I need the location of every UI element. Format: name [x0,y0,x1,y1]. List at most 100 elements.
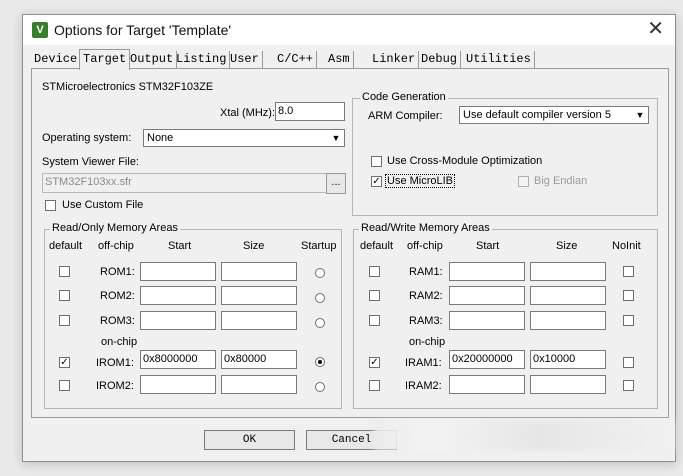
irom1-label: IROM1: [96,357,134,369]
rom1-size-input[interactable] [221,262,297,281]
rom3-startup-radio[interactable] [315,318,325,328]
ram-header-noinit: NoInit [612,240,641,252]
app-icon: V [32,22,48,38]
rom-onchip-label: on-chip [101,336,138,348]
rom1-startup-radio[interactable] [315,268,325,278]
ram-header-size: Size [556,240,578,252]
svf-label: System Viewer File: [42,156,139,168]
browse-button[interactable]: ... [326,173,346,194]
irom1-start-input[interactable]: 0x8000000 [140,350,216,369]
xtal-input[interactable]: 8.0 [275,102,345,121]
title-bar: V Options for Target 'Template' ✕ [23,15,675,45]
check-icon: ✓ [372,176,381,187]
microlib-label: Use MicroLIB [385,174,456,188]
rom2-label: ROM2: [100,290,135,302]
irom1-startup-radio[interactable] [315,357,325,367]
chevron-down-icon: ▼ [635,110,645,120]
os-select[interactable]: None ▼ [143,129,345,147]
os-select-value: None [147,132,174,144]
rom-header-startup: Startup [301,240,337,252]
window-title: Options for Target 'Template' [54,22,232,38]
ram3-noinit-checkbox[interactable] [623,315,634,326]
iram2-label: IRAM2: [405,380,442,392]
ram-title: Read/Write Memory Areas [359,222,492,234]
close-icon[interactable]: ✕ [647,18,664,40]
ram1-start-input[interactable] [449,262,525,281]
tab-linker[interactable]: Linker [369,51,420,68]
rom1-label: ROM1: [100,266,135,278]
tab-debug[interactable]: Debug [418,51,462,68]
compiler-select[interactable]: Use default compiler version 5 ▼ [459,106,649,124]
os-label: Operating system: [42,132,132,144]
ram2-default-checkbox[interactable] [369,290,380,301]
iram1-label: IRAM1: [405,357,442,369]
ram2-noinit-checkbox[interactable] [623,290,634,301]
rom2-default-checkbox[interactable] [59,290,70,301]
iram2-start-input[interactable] [449,375,525,394]
iram2-default-checkbox[interactable] [369,380,380,391]
irom2-default-checkbox[interactable] [59,380,70,391]
use-custom-file-checkbox[interactable] [45,200,56,211]
rom3-size-input[interactable] [221,311,297,330]
rom-header-offchip: off-chip [98,240,134,252]
rom-title: Read/Only Memory Areas [50,222,180,234]
compiler-select-value: Use default compiler version 5 [463,109,611,121]
ok-button[interactable]: OK [204,430,295,450]
big-endian-label: Big Endian [534,175,588,187]
ram2-size-input[interactable] [530,286,606,305]
iram1-noinit-checkbox[interactable] [623,357,634,368]
rom1-default-checkbox[interactable] [59,266,70,277]
iram2-noinit-checkbox[interactable] [623,380,634,391]
device-name: STMicroelectronics STM32F103ZE [42,81,214,93]
tab-output[interactable]: Output [127,51,178,68]
rom-header-start: Start [168,240,192,252]
code-generation-title: Code Generation [360,91,448,103]
iram1-default-checkbox[interactable]: ✓ [369,357,380,368]
ram3-default-checkbox[interactable] [369,315,380,326]
ram3-start-input[interactable] [449,311,525,330]
rom3-label: ROM3: [100,315,135,327]
irom2-size-input[interactable] [221,375,297,394]
options-dialog: V Options for Target 'Template' ✕ Device… [22,14,676,462]
svf-input[interactable]: STM32F103xx.sfr [42,173,328,193]
rom-header-size: Size [243,240,265,252]
iram1-size-input[interactable]: 0x10000 [530,350,606,369]
tab-utilities[interactable]: Utilities [463,51,535,68]
rom2-size-input[interactable] [221,286,297,305]
irom2-startup-radio[interactable] [315,382,325,392]
rom2-start-input[interactable] [140,286,216,305]
ram3-size-input[interactable] [530,311,606,330]
cross-module-checkbox[interactable] [371,156,382,167]
irom1-default-checkbox[interactable]: ✓ [59,357,70,368]
blurred-region [374,421,674,451]
chevron-down-icon: ▼ [331,133,341,143]
check-icon: ✓ [370,357,379,368]
tab-asm[interactable]: Asm [325,51,354,68]
compiler-label: ARM Compiler: [368,110,443,122]
irom2-start-input[interactable] [140,375,216,394]
ram1-label: RAM1: [409,266,443,278]
tab-cpp[interactable]: C/C++ [274,51,318,68]
tab-target[interactable]: Target [79,49,131,70]
irom1-size-input[interactable]: 0x80000 [221,350,297,369]
rom3-default-checkbox[interactable] [59,315,70,326]
ram1-noinit-checkbox[interactable] [623,266,634,277]
rom3-start-input[interactable] [140,311,216,330]
rom2-startup-radio[interactable] [315,293,325,303]
rom1-start-input[interactable] [140,262,216,281]
ram1-size-input[interactable] [530,262,606,281]
big-endian-checkbox[interactable] [518,176,529,187]
ram3-label: RAM3: [409,315,443,327]
ram-onchip-label: on-chip [409,336,446,348]
tab-device[interactable]: Device [31,51,82,68]
ram2-label: RAM2: [409,290,443,302]
rom-header-default: default [49,240,83,252]
tab-listing[interactable]: Listing [173,51,231,68]
cross-module-label: Use Cross-Module Optimization [387,155,543,167]
tab-user[interactable]: User [227,51,263,68]
ram1-default-checkbox[interactable] [369,266,380,277]
iram2-size-input[interactable] [530,375,606,394]
microlib-checkbox[interactable]: ✓ [371,176,382,187]
iram1-start-input[interactable]: 0x20000000 [449,350,525,369]
ram2-start-input[interactable] [449,286,525,305]
